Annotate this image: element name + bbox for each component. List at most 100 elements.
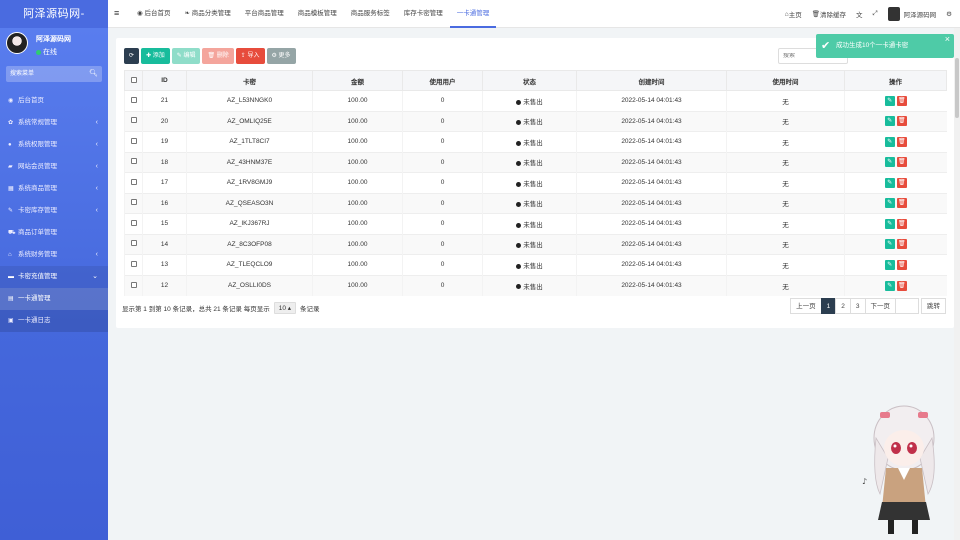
import-button[interactable]: ⇪ 导入 (235, 48, 265, 64)
row-edit-button[interactable]: ✎ (884, 136, 895, 147)
sidebar-item-goods[interactable]: ▦ 系统商品管理 ‹ (0, 178, 108, 200)
row-delete-button[interactable]: 🗑︎ (896, 239, 907, 250)
page-3-button[interactable]: 3 (849, 298, 866, 314)
column-header-user[interactable]: 使用用户 (402, 70, 483, 91)
row-checkbox[interactable] (130, 96, 137, 103)
row-delete-button[interactable]: 🗑︎ (896, 280, 907, 291)
table-row[interactable]: 17 AZ_1RV8GMJ9 100.00 0 未售出 2022-05-14 04:01:… (124, 172, 947, 193)
translate-button[interactable]: 文 (856, 9, 863, 19)
row-delete-button[interactable]: 🗑︎ (896, 198, 907, 209)
settings-button[interactable]: ⚙ (946, 10, 952, 18)
row-checkbox[interactable] (130, 199, 137, 206)
tab-stock-cards[interactable]: 库存卡密管理 (397, 0, 450, 28)
tab-onecard[interactable]: 一卡通管理 (449, 0, 497, 28)
used-value: 无 (782, 119, 789, 127)
next-page-button[interactable]: 下一页 (864, 298, 896, 314)
row-edit-button[interactable]: ✎ (884, 239, 895, 250)
page-2-button[interactable]: 2 (835, 298, 851, 314)
table-row[interactable]: 16 AZ_QSEASO3N 100.00 0 未售出 2022-05-14 04:01:… (124, 192, 947, 214)
page-scrollbar[interactable] (954, 28, 960, 540)
nav-tabs: ◉ 后台首页 ❧ 商品分类管理 平台商品管理 商品模板管理 商品服务标签 库存卡… (130, 0, 497, 28)
table-row[interactable]: 20 AZ_OMLIQ25E 100.00 0 未售出 2022-05-14 04:01:… (124, 110, 947, 132)
close-icon[interactable]: × (945, 27, 950, 51)
table-row[interactable]: 12 AZ_OSLLI0DS 100.00 0 未售出 2022-05-14 04:01:… (124, 274, 947, 296)
row-delete-button[interactable]: 🗑︎ (896, 177, 907, 188)
row-edit-button[interactable]: ✎ (884, 177, 895, 188)
row-checkbox[interactable] (130, 137, 137, 144)
sidebar-item-auth[interactable]: ● 系统权限管理 ‹ (0, 134, 108, 156)
row-edit-button[interactable]: ✎ (884, 198, 895, 209)
sidebar-item-recharge[interactable]: ▬ 卡密充值管理 ⌄ (0, 266, 108, 288)
row-checkbox[interactable] (130, 158, 137, 165)
search-icon[interactable]: 🔍︎ (89, 69, 98, 77)
row-edit-button[interactable]: ✎ (884, 116, 895, 127)
sidebar-item-dashboard[interactable]: ◉ 后台首页 (0, 90, 108, 112)
column-header-id[interactable]: ID (142, 70, 187, 91)
table-row[interactable]: 21 AZ_L53NNGK0 100.00 0 未售出 2022-05-14 04:01:… (124, 90, 947, 111)
sidebar-item-members[interactable]: ▰ 网站会员管理 ‹ (0, 156, 108, 178)
page-1-button[interactable]: 1 (820, 298, 837, 314)
home-link[interactable]: ⌂ 主页 (785, 9, 802, 20)
row-edit-button[interactable]: ✎ (884, 218, 895, 229)
tab-category[interactable]: ❧ 商品分类管理 (177, 0, 237, 28)
row-checkbox[interactable] (130, 219, 137, 226)
scrollbar-thumb[interactable] (955, 58, 959, 118)
sidebar-item-orders[interactable]: ⛟ 商品订单管理 (0, 222, 108, 244)
row-edit-button[interactable]: ✎ (884, 280, 895, 291)
tab-service-tags[interactable]: 商品服务标签 (344, 0, 397, 28)
row-delete-button[interactable]: 🗑︎ (896, 218, 907, 229)
column-header-status[interactable]: 状态 (482, 70, 577, 91)
row-checkbox[interactable] (130, 178, 137, 185)
cell-created: 2022-05-14 04:01:43 (576, 131, 727, 152)
prev-page-button[interactable]: 上一页 (790, 298, 822, 314)
row-checkbox[interactable] (130, 260, 137, 267)
created-value: 2022-05-14 04:01:43 (621, 220, 682, 228)
delete-button[interactable]: 🗑︎ 删除 (202, 48, 234, 64)
clear-cache-button[interactable]: 🗑︎ 清除缓存 (812, 9, 846, 19)
sidebar-item-general[interactable]: ✿ 系统常规管理 ‹ (0, 112, 108, 134)
sidebar-item-onecard[interactable]: ▤ 一卡通管理 (0, 288, 108, 310)
tab-platform-goods[interactable]: 平台商品管理 (238, 0, 291, 28)
menu-toggle-icon[interactable]: ≡ (114, 8, 119, 18)
admin-menu[interactable]: 阿泽源码网 (887, 7, 936, 21)
table-row[interactable]: 15 AZ_IKJ367RJ 100.00 0 未售出 2022-05-14 04:01:… (124, 213, 947, 234)
sidebar-item-onecard-log[interactable]: ▣ 一卡通日志 (0, 310, 108, 332)
table-row[interactable]: 19 AZ_1TLT8CI7 100.00 0 未售出 2022-05-14 04:01:… (124, 131, 947, 152)
tab-dashboard[interactable]: ◉ 后台首页 (130, 0, 177, 28)
row-checkbox[interactable] (130, 117, 137, 124)
more-button[interactable]: ⚙ 更多 (266, 48, 296, 64)
row-delete-button[interactable]: 🗑︎ (896, 95, 907, 106)
jump-button[interactable]: 跳转 (921, 298, 946, 314)
brand-title[interactable]: 阿泽源码网- (0, 0, 108, 28)
edit-button[interactable]: ✎ 编辑 (171, 48, 201, 64)
column-header-used[interactable]: 使用时间 (726, 70, 845, 91)
page-size-select[interactable]: 10 ▴ (273, 302, 297, 314)
column-header-card[interactable]: 卡密 (186, 70, 313, 91)
row-edit-button[interactable]: ✎ (884, 259, 895, 270)
tab-goods-template[interactable]: 商品模板管理 (291, 0, 344, 28)
jump-page-input[interactable] (895, 298, 919, 314)
row-delete-button[interactable]: 🗑︎ (896, 136, 907, 147)
row-checkbox[interactable] (130, 281, 137, 288)
table-row[interactable]: 13 AZ_TLEQCLO9 100.00 0 未售出 2022-05-14 04:01:… (124, 254, 947, 275)
select-all-checkbox[interactable] (130, 76, 137, 83)
menu-search: 🔍︎ (6, 66, 102, 82)
column-header-amount[interactable]: 金额 (312, 70, 403, 91)
row-delete-button[interactable]: 🗑︎ (896, 157, 907, 168)
row-edit-button[interactable]: ✎ (884, 95, 895, 106)
table-row[interactable]: 14 AZ_8C3OFP08 100.00 0 未售出 2022-05-14 04:01:… (124, 233, 947, 255)
row-checkbox[interactable] (130, 240, 137, 247)
add-button[interactable]: ✚ 添加 (141, 48, 170, 64)
row-edit-button[interactable]: ✎ (884, 157, 895, 168)
column-header-created[interactable]: 创建时间 (576, 70, 727, 91)
sidebar-item-stock[interactable]: ✎ 卡密库存管理 ‹ (0, 200, 108, 222)
row-delete-button[interactable]: 🗑︎ (896, 259, 907, 270)
user-status-label: 在线 (43, 49, 57, 56)
table-row[interactable]: 18 AZ_43HNM37E 100.00 0 未售出 2022-05-14 04:01:… (124, 151, 947, 173)
refresh-button[interactable]: ⟳ (124, 48, 140, 64)
menu-search-input[interactable] (6, 66, 102, 82)
row-delete-button[interactable]: 🗑︎ (896, 116, 907, 127)
cart-icon: ⛟ (8, 230, 16, 236)
sidebar-item-finance[interactable]: ⌂ 系统财务管理 ‹ (0, 244, 108, 266)
fullscreen-button[interactable]: ⤢ (872, 10, 877, 18)
